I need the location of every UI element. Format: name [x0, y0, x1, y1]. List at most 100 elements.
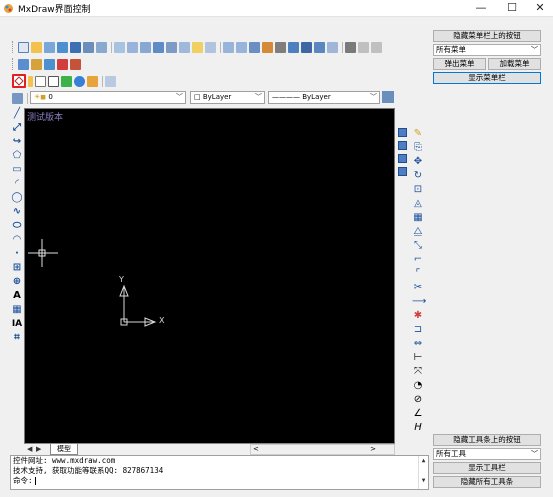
- pen-icon[interactable]: [275, 41, 286, 53]
- show-menubar-button[interactable]: 显示菜单栏: [433, 72, 541, 84]
- scale-icon[interactable]: ⊡: [412, 184, 424, 196]
- mirror-icon[interactable]: ⧋: [412, 226, 424, 238]
- scroll-right-icon[interactable]: >: [370, 445, 376, 453]
- save-icon[interactable]: [57, 41, 68, 53]
- copy-object-icon[interactable]: ⎘: [412, 142, 424, 154]
- command-prompt-line[interactable]: 命令:: [13, 476, 428, 486]
- dim-diameter-icon[interactable]: ⊘: [412, 394, 424, 406]
- angle-icon[interactable]: [166, 41, 177, 53]
- scroll-left-icon[interactable]: <: [253, 445, 259, 453]
- copy-icon[interactable]: [48, 75, 59, 87]
- move-object-icon[interactable]: ✥: [412, 156, 424, 168]
- new-file-icon[interactable]: [18, 41, 29, 53]
- zoom-window-icon[interactable]: [114, 41, 125, 53]
- zoom-realtime-icon[interactable]: [127, 41, 138, 53]
- toolbar-select[interactable]: 所有工具 ﹀: [433, 448, 541, 460]
- dim-angle-icon[interactable]: ∠: [412, 408, 424, 420]
- open-folder-icon[interactable]: [31, 41, 42, 53]
- load-menu-button[interactable]: 加载菜单: [488, 58, 541, 70]
- pdf-icon[interactable]: [57, 58, 68, 70]
- image-export-icon[interactable]: [70, 58, 81, 70]
- explode-icon[interactable]: ✱: [412, 310, 424, 322]
- green-check-icon[interactable]: [61, 75, 72, 87]
- fillet-icon[interactable]: ⌐: [412, 254, 424, 266]
- globe-icon[interactable]: [44, 58, 55, 70]
- move-icon[interactable]: [249, 41, 260, 53]
- extend-icon[interactable]: ⟶: [412, 296, 426, 308]
- layers-icon[interactable]: [18, 58, 29, 70]
- window-icon[interactable]: [327, 41, 338, 53]
- bulb-icon[interactable]: [192, 41, 203, 53]
- tab-model[interactable]: 模型: [50, 444, 78, 455]
- circle-icon[interactable]: ◯: [11, 192, 23, 204]
- text-icon[interactable]: A: [11, 290, 23, 302]
- hide-all-toolbars-button[interactable]: 隐藏所有工具条: [433, 476, 541, 488]
- pencil-icon[interactable]: [28, 75, 33, 87]
- refresh-icon[interactable]: [74, 75, 85, 87]
- layer-manager-icon[interactable]: [12, 92, 23, 104]
- table-icon[interactable]: ⌗: [11, 332, 23, 344]
- rectangle-draw-icon[interactable]: ▭: [11, 164, 23, 176]
- command-window[interactable]: 控件网址: www.mxdraw.com 技术支持, 获取功能等联系QQ: 82…: [10, 455, 429, 490]
- make-block-icon[interactable]: ⊕: [11, 276, 23, 288]
- chart-icon[interactable]: [314, 41, 325, 53]
- save-as-icon[interactable]: [70, 41, 81, 53]
- stretch-icon[interactable]: ⤡: [412, 240, 424, 252]
- command-scrollbar[interactable]: ▲ ▼: [418, 456, 428, 489]
- drawing-canvas[interactable]: 测试版本 Y X: [24, 108, 395, 463]
- help-icon[interactable]: [205, 41, 216, 53]
- layer-select[interactable]: ☀◼ 0 ﹀: [30, 91, 186, 104]
- snap-icon[interactable]: [12, 74, 26, 88]
- dim-radius-icon[interactable]: ◔: [412, 380, 424, 392]
- spline-icon[interactable]: ∿: [11, 206, 23, 218]
- ellipse-arc-icon[interactable]: ◠: [11, 234, 23, 246]
- print-preview-icon[interactable]: [96, 41, 107, 53]
- cut-icon[interactable]: [345, 41, 356, 53]
- ellipse-icon[interactable]: ⬭: [11, 220, 23, 232]
- zoom-in-icon[interactable]: [223, 41, 234, 53]
- close-button[interactable]: ✕: [524, 0, 553, 17]
- next-tab-icon[interactable]: ▶: [36, 445, 41, 453]
- zoom-previous-icon[interactable]: [179, 41, 190, 53]
- array-icon[interactable]: ▦: [412, 212, 424, 224]
- rectangle-icon[interactable]: [35, 75, 46, 87]
- offset-icon[interactable]: ◬: [412, 198, 424, 210]
- hatch-icon[interactable]: ▦: [11, 304, 23, 316]
- redo-icon[interactable]: [371, 41, 382, 53]
- prev-tab-icon[interactable]: ◀: [27, 445, 32, 453]
- zoom-out-icon[interactable]: [236, 41, 247, 53]
- toolbar-grip[interactable]: [12, 58, 15, 70]
- polyline-icon[interactable]: ↪: [11, 136, 23, 148]
- view-4-icon[interactable]: [398, 167, 407, 176]
- construction-line-icon[interactable]: ⤢: [11, 122, 23, 134]
- zoom-extents-icon[interactable]: [140, 41, 151, 53]
- join-icon[interactable]: ⇔: [412, 338, 424, 350]
- hide-toolbar-buttons-button[interactable]: 隐藏工具条上的按钮: [433, 434, 541, 446]
- polygon-icon[interactable]: ⬠: [11, 150, 23, 162]
- dim-aligned-icon[interactable]: ⤧: [412, 366, 424, 378]
- horizontal-scrollbar[interactable]: < >: [250, 444, 395, 455]
- grid-icon[interactable]: [288, 41, 299, 53]
- dim-linear-icon[interactable]: ⊢: [412, 352, 424, 364]
- point-icon[interactable]: ·: [11, 248, 23, 260]
- rotate-icon[interactable]: ↻: [412, 170, 424, 182]
- brush-icon[interactable]: [262, 41, 273, 53]
- view-2-icon[interactable]: [398, 141, 407, 150]
- open-drawing-icon[interactable]: [44, 41, 55, 53]
- dim-text-icon[interactable]: H: [412, 422, 424, 434]
- block-insert-icon[interactable]: ⊞: [11, 262, 23, 274]
- trim-icon[interactable]: ✂: [412, 282, 424, 294]
- show-toolbar-button[interactable]: 显示工具栏: [433, 462, 541, 474]
- erase-icon[interactable]: ✎: [412, 128, 424, 140]
- pan-icon[interactable]: [153, 41, 164, 53]
- edit-icon[interactable]: [87, 75, 98, 87]
- menu-select[interactable]: 所有菜单 ﹀: [433, 44, 541, 56]
- break-icon[interactable]: ⊐: [412, 324, 424, 336]
- chamfer-icon[interactable]: ⌜: [412, 268, 424, 280]
- print-icon[interactable]: [83, 41, 94, 53]
- popup-menu-button[interactable]: 弹出菜单: [433, 58, 486, 70]
- undo-icon[interactable]: [358, 41, 369, 53]
- color-select[interactable]: □ ByLayer ﹀: [190, 91, 265, 104]
- view-3-icon[interactable]: [398, 154, 407, 163]
- lineweight-icon[interactable]: [382, 91, 394, 103]
